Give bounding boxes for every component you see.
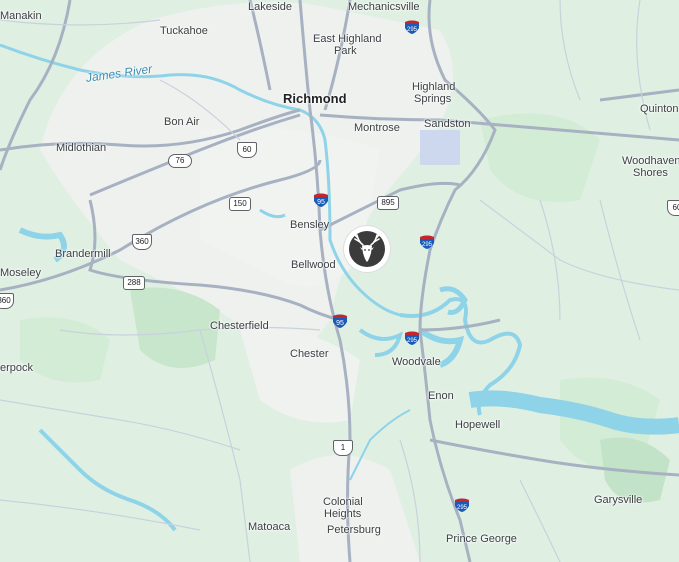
place-brandermill: Brandermill (55, 248, 111, 260)
place-moseley: Moseley (0, 267, 41, 279)
place-sandston: Sandston (424, 118, 471, 130)
us-route-shield: 360 (132, 234, 152, 250)
interstate-shield: 295 (454, 497, 470, 512)
shield-label: 295 (407, 338, 418, 344)
interstate-shield: 295 (404, 19, 420, 34)
us-route-shield: 60 (667, 200, 679, 216)
place-quinton: Quinton (640, 103, 679, 115)
us-route-shield: 60 (237, 142, 257, 158)
shield-label: 295 (457, 505, 468, 511)
place-enon: Enon (428, 390, 454, 402)
place-mechanicsville: Mechanicsville (348, 1, 420, 13)
map-base-layer (0, 0, 679, 562)
place-richmond: Richmond (283, 91, 347, 106)
place-woodhaven-shores-2: Shores (633, 167, 668, 179)
place-colonial-heights-2: Heights (324, 508, 362, 520)
shield-label: 295 (407, 27, 418, 33)
interstate-shield: 95 (313, 192, 329, 207)
place-montrose: Montrose (354, 122, 400, 134)
place-petersburg: Petersburg (327, 524, 381, 536)
location-marker[interactable] (344, 226, 390, 272)
place-midlothian: Midlothian (56, 142, 107, 154)
place-erpock: erpock (0, 362, 34, 374)
place-east-highland-park: East Highland (313, 33, 382, 45)
place-hopewell: Hopewell (455, 419, 501, 431)
place-matoaca: Matoaca (248, 521, 291, 533)
state-route-shield: 76 (168, 154, 192, 168)
place-highland-springs: Highland (412, 81, 456, 93)
place-colonial-heights: Colonial (323, 496, 363, 508)
place-east-highland-park-2: Park (334, 45, 357, 57)
interstate-shield: 295 (419, 234, 435, 249)
map-canvas[interactable]: Manakin Lakeside Mechanicsville Tuckahoe… (0, 0, 679, 562)
shield-label: 95 (336, 320, 344, 327)
deer-head-icon (349, 231, 385, 267)
state-route-shield: 895 (377, 196, 399, 210)
place-tuckahoe: Tuckahoe (160, 25, 208, 37)
place-bensley: Bensley (290, 219, 330, 231)
place-woodvale: Woodvale (392, 356, 441, 368)
place-lakeside: Lakeside (248, 1, 293, 13)
interstate-shield: 95 (332, 313, 348, 328)
shield-label: 295 (422, 242, 433, 248)
place-chesterfield: Chesterfield (210, 320, 269, 332)
place-woodhaven-shores: Woodhaven (622, 155, 679, 167)
place-garysville: Garysville (594, 494, 643, 506)
state-route-shield: 288 (123, 276, 145, 290)
state-route-shield: 150 (229, 197, 251, 211)
shield-label: 95 (317, 199, 325, 206)
place-prince-george: Prince George (446, 533, 517, 545)
place-bellwood: Bellwood (291, 259, 336, 271)
place-manakin: Manakin (0, 10, 42, 22)
place-bon-air: Bon Air (164, 116, 200, 128)
interstate-shield: 295 (404, 330, 420, 345)
us-route-shield: 1 (333, 440, 353, 456)
place-highland-springs-2: Springs (414, 93, 452, 105)
place-chester: Chester (290, 348, 329, 360)
